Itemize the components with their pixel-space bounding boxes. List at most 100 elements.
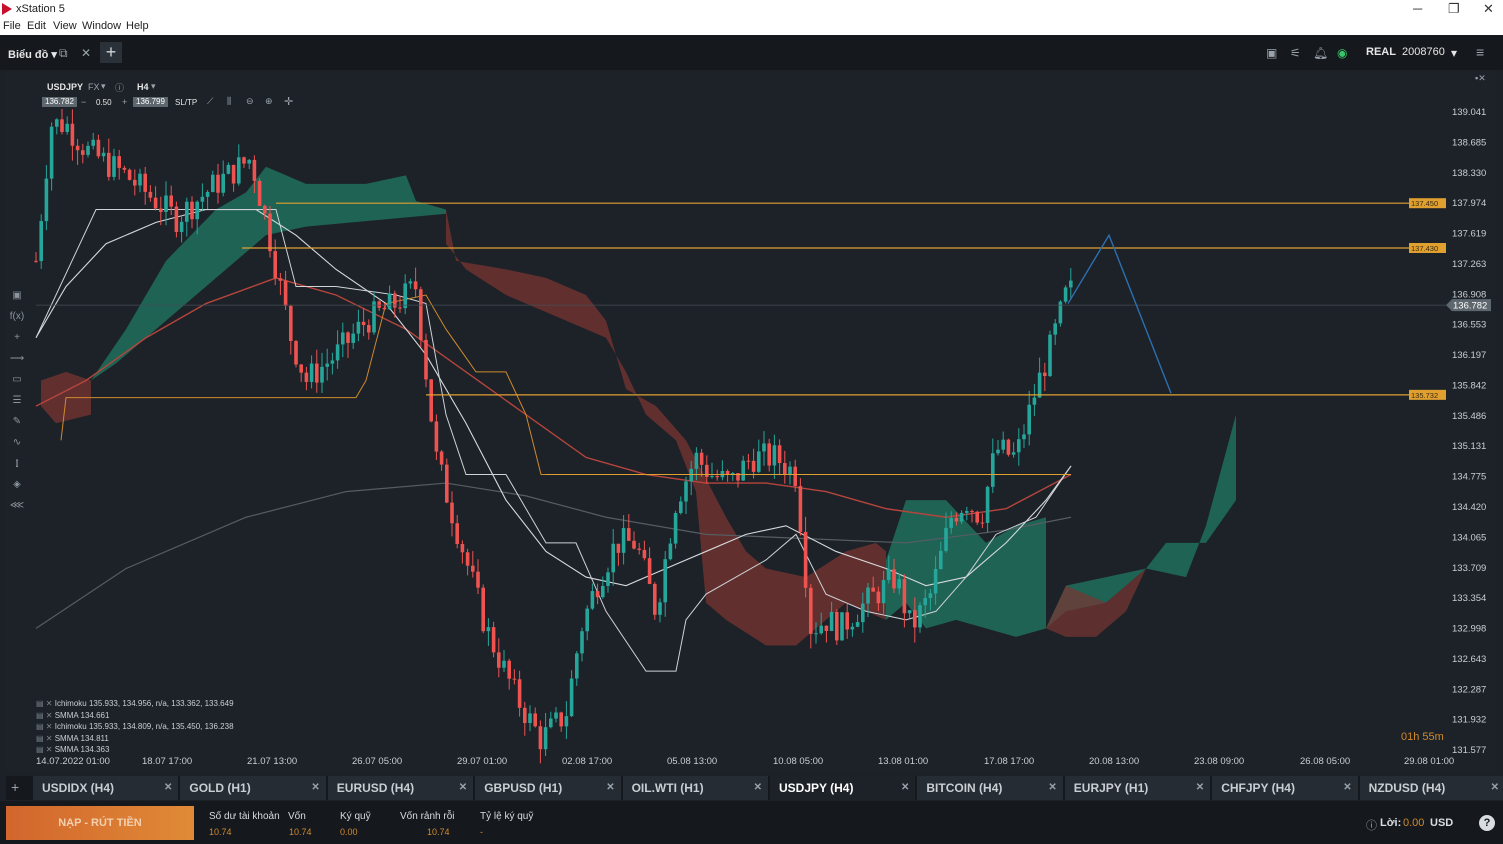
legend-item[interactable]: Ichimoku 135.933, 134.956, n/a, 133.362,… [36, 698, 234, 710]
close-tab-icon[interactable]: ✕ [1048, 782, 1056, 793]
candles-icon[interactable]: ⫼ [227, 96, 231, 107]
instrument-tab[interactable]: NZDUSD (H4) ✕ [1359, 776, 1503, 800]
candle-body [866, 587, 870, 604]
close-tab-icon[interactable]: ✕ [459, 782, 467, 793]
wave-tool-icon[interactable]: ∿ [6, 437, 28, 458]
close-tab-icon[interactable]: ✕ [164, 782, 172, 793]
candle-body [86, 145, 90, 155]
account-id[interactable]: 2008760 [1402, 46, 1445, 58]
menu-edit[interactable]: Edit [27, 20, 46, 32]
instrument-tab[interactable]: EURUSD (H4) ✕ [327, 776, 474, 800]
instrument-tab[interactable]: OIL.WTI (H1) ✕ [622, 776, 768, 800]
menu-view[interactable]: View [53, 20, 77, 32]
instrument-tab[interactable]: EURJPY (H1) ✕ [1064, 776, 1211, 800]
instrument-tab[interactable]: USDIDX (H4) ✕ [33, 776, 179, 800]
y-tick-label: 132.287 [1452, 684, 1486, 695]
candle-body [746, 460, 751, 462]
share-icon[interactable]: ⋘ [6, 500, 28, 521]
candle-body [632, 540, 636, 549]
candle-body [273, 251, 277, 279]
price-chart[interactable]: 139.041 138.685 138.330 137.974 137.619 137.2… [6, 70, 1497, 772]
close-tab-icon[interactable]: ✕ [1491, 782, 1499, 793]
indicators-icon[interactable]: ⫾ [6, 458, 28, 479]
close-tab-icon[interactable]: ✕ [1343, 782, 1351, 793]
add-view-icon[interactable]: + [100, 42, 122, 63]
fibonacci-tool-icon[interactable]: ☰ [6, 395, 28, 416]
equity-value: 10.74 [289, 827, 312, 837]
crosshair-tool-icon[interactable]: + [6, 332, 28, 353]
deposit-withdraw-button[interactable]: NẠP - RÚT TIỀN [6, 806, 194, 840]
line-tool-icon[interactable]: ⟶ [6, 353, 28, 374]
screenshot-icon[interactable]: ▣ [6, 290, 28, 311]
candle-body [372, 301, 376, 333]
candle-body [621, 528, 626, 553]
hamburger-menu-icon[interactable]: ≡ [1476, 44, 1484, 60]
candle-body [445, 464, 449, 503]
candle-body [122, 167, 127, 170]
ask-price-box[interactable]: 136.799 [133, 97, 168, 107]
layers-icon[interactable]: ◈ [6, 479, 28, 500]
instrument-tab[interactable]: GOLD (H1) ✕ [180, 776, 326, 800]
function-icon[interactable]: f(x) [6, 311, 28, 332]
legend-item[interactable]: SMMA 134.363 [36, 744, 234, 756]
window-title: xStation 5 [16, 3, 65, 15]
candle-body [668, 543, 673, 560]
candle-body [455, 523, 459, 544]
close-view-icon[interactable]: ✕ [81, 46, 91, 60]
bell-icon[interactable]: 🔔︎ [1313, 46, 1328, 60]
pen-tool-icon[interactable]: ✎ [6, 416, 28, 437]
legend-item[interactable]: SMMA 134.661 [36, 710, 234, 722]
chart-area[interactable]: 139.041 138.685 138.330 137.974 137.619 137.2… [6, 70, 1497, 772]
symbol-dropdown-icon[interactable]: ▾ [101, 81, 106, 92]
sltp-button[interactable]: SL/TP [175, 98, 197, 107]
candle-body [757, 451, 761, 472]
candle-body [346, 332, 350, 343]
menu-window[interactable]: Window [82, 20, 121, 32]
candle-body [585, 608, 589, 632]
instrument-tab[interactable]: GBPUSD (H1) ✕ [475, 776, 621, 800]
help-icon[interactable]: ? [1479, 815, 1495, 831]
line-chart-icon[interactable]: ⟋ [207, 96, 213, 107]
instrument-tab[interactable]: USDJPY (H4) ✕ [770, 776, 916, 800]
candle-body [1063, 287, 1068, 302]
close-tab-icon[interactable]: ✕ [901, 782, 909, 793]
trade-volume[interactable]: 0.50 [96, 98, 112, 107]
legend-item[interactable]: SMMA 134.811 [36, 733, 234, 745]
instrument-tab[interactable]: BITCOIN (H4) ✕ [917, 776, 1063, 800]
candle-body [1022, 434, 1026, 440]
close-icon[interactable]: ✕ [1483, 1, 1494, 17]
maximize-icon[interactable]: ❐ [1448, 1, 1460, 17]
account-dropdown-icon[interactable]: ▾ [1451, 46, 1457, 60]
candle-body [991, 453, 995, 487]
layout-icon[interactable]: ▣ [1266, 46, 1277, 60]
volume-increase-icon[interactable]: + [122, 97, 127, 107]
zoom-in-icon[interactable]: ⊕ [265, 96, 273, 107]
crosshair-icon[interactable]: ✛ [284, 95, 293, 108]
close-tab-icon[interactable]: ✕ [754, 782, 762, 793]
close-tab-icon[interactable]: ✕ [311, 782, 319, 793]
legend-item[interactable]: Ichimoku 135.933, 134.809, n/a, 135.450,… [36, 721, 234, 733]
instrument-tab[interactable]: CHFJPY (H4) ✕ [1212, 776, 1358, 800]
menu-help[interactable]: Help [126, 20, 149, 32]
close-tab-icon[interactable]: ✕ [606, 782, 614, 793]
sound-icon[interactable]: ⚟ [1290, 46, 1301, 60]
balance-label: Số dư tài khoản [209, 811, 280, 822]
info-icon[interactable]: ⓘ [115, 81, 124, 94]
chart-view-selector[interactable]: Biểu đồ ▾ [8, 48, 57, 61]
add-tab-icon[interactable]: + [11, 779, 19, 795]
candle-body [65, 123, 69, 132]
menu-file[interactable]: File [3, 20, 21, 32]
rectangle-tool-icon[interactable]: ▭ [6, 374, 28, 395]
zoom-out-icon[interactable]: ⊖ [246, 96, 254, 107]
close-tab-icon[interactable]: ✕ [1196, 782, 1204, 793]
chart-maximize-icon[interactable]: ▪✕ [1475, 73, 1486, 84]
account-bar: NẠP - RÚT TIỀN Số dư tài khoản 10.74 Vốn… [0, 801, 1503, 844]
detach-icon[interactable]: ⧉ [59, 46, 68, 61]
timeframe-dropdown-icon[interactable]: ▾ [151, 81, 156, 92]
volume-decrease-icon[interactable]: − [81, 97, 86, 107]
chart-symbol[interactable]: USDJPY [47, 82, 83, 92]
minimize-icon[interactable]: ─ [1413, 1, 1422, 16]
timeframe-selector[interactable]: H4 [137, 82, 149, 92]
bid-price-box[interactable]: 136.782 [42, 97, 77, 107]
candle-body [341, 332, 345, 345]
